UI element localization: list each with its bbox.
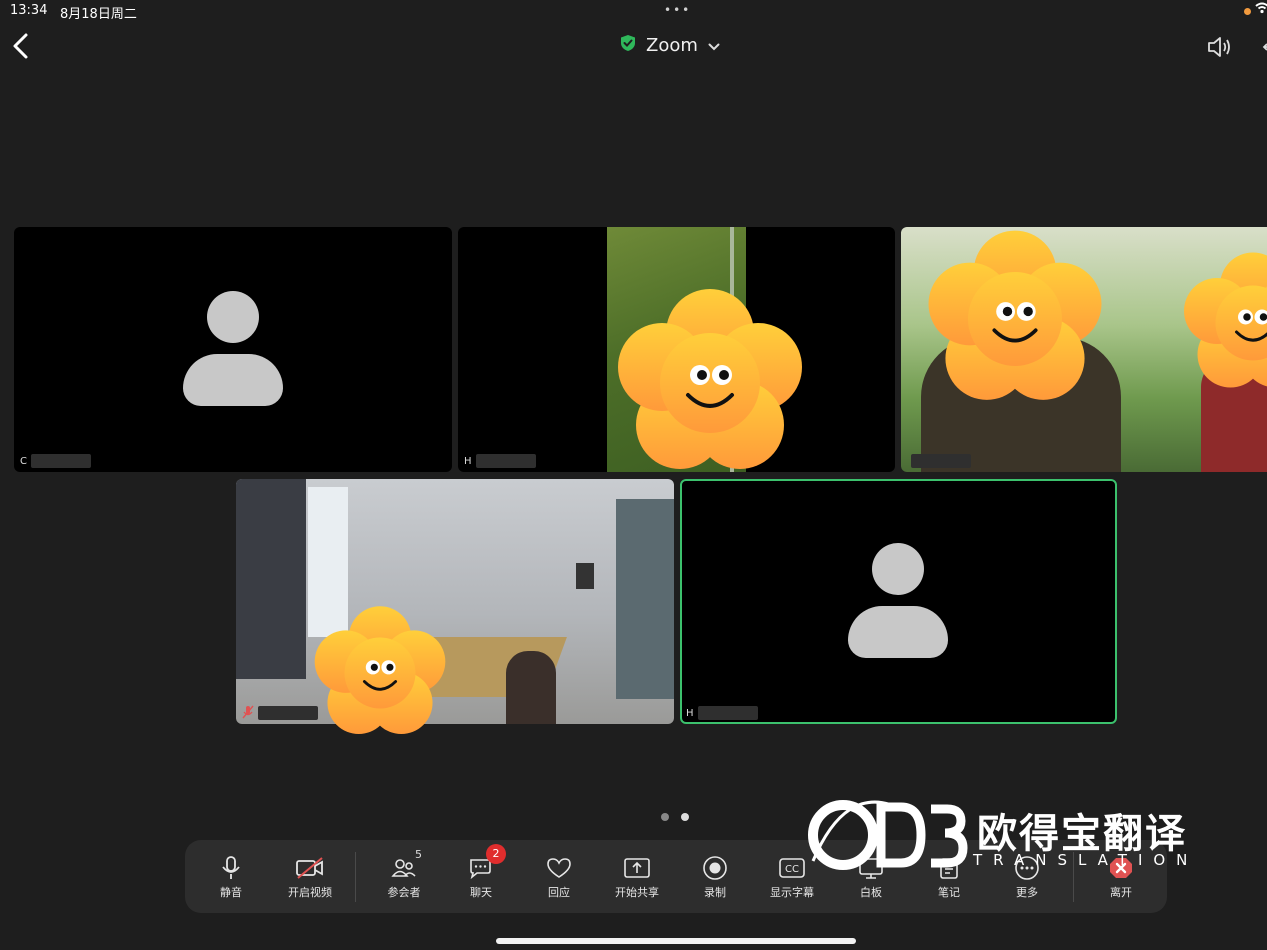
arrow-left-icon <box>1262 43 1267 51</box>
participant-initial: C <box>20 455 27 467</box>
privacy-indicator-icon <box>1244 8 1251 15</box>
chat-button[interactable]: 2 聊天 <box>461 840 506 913</box>
flower-sticker-icon <box>1184 252 1267 388</box>
mute-label: 静音 <box>220 885 242 899</box>
shield-check-icon <box>620 34 636 56</box>
speaker-button[interactable] <box>1205 34 1235 60</box>
start-video-label: 开启视频 <box>288 885 332 899</box>
microphone-icon <box>219 854 243 882</box>
flower-sticker-icon <box>314 606 446 735</box>
participant-name-tag <box>901 450 977 472</box>
participant-initial: H <box>686 707 694 719</box>
record-button[interactable]: 录制 <box>695 840 735 913</box>
captions-label: 显示字幕 <box>770 885 814 899</box>
chevron-down-icon <box>708 36 720 55</box>
start-video-button[interactable]: 开启视频 <box>281 840 339 913</box>
page-dot-current[interactable] <box>681 813 689 821</box>
page-indicator[interactable] <box>661 813 689 821</box>
odb-logo-icon <box>808 800 968 870</box>
status-bar: 13:34 8月18日周二 ••• <box>0 0 1267 24</box>
chevron-left-icon <box>13 33 28 59</box>
avatar-placeholder-icon <box>872 543 924 595</box>
curtain-shape <box>236 479 306 679</box>
heart-icon <box>545 854 573 882</box>
back-button[interactable] <box>8 30 34 62</box>
closed-captions-icon: CC <box>778 854 806 882</box>
participant-tile-1[interactable]: C <box>14 227 452 472</box>
chat-label: 聊天 <box>470 885 492 899</box>
participant-initial: H <box>464 455 472 467</box>
home-indicator[interactable] <box>496 938 856 944</box>
participant-name-tag: H <box>680 702 764 724</box>
blurred-name <box>911 454 971 468</box>
participant-name-tag: H <box>458 450 542 472</box>
whiteboard-label: 白板 <box>860 885 882 899</box>
participant-tile-4[interactable] <box>236 479 674 724</box>
blurred-name <box>30 454 91 468</box>
wall-panel <box>576 563 594 589</box>
status-time: 13:34 <box>10 3 48 18</box>
multitasking-dots[interactable]: ••• <box>664 3 691 17</box>
chat-bubble-icon: 2 <box>468 843 506 882</box>
share-screen-button[interactable]: 开始共享 <box>609 840 665 913</box>
person-silhouette <box>506 651 556 724</box>
svg-text:CC: CC <box>785 864 799 875</box>
participants-label: 参会者 <box>387 885 421 899</box>
share-screen-label: 开始共享 <box>615 885 659 899</box>
flower-sticker-icon <box>928 230 1102 400</box>
rotate-camera-button[interactable] <box>1256 34 1267 60</box>
door-shape <box>616 499 674 699</box>
participants-icon: 5 <box>391 848 422 882</box>
participant-tile-5-active[interactable]: H <box>680 479 1117 724</box>
participants-count: 5 <box>415 847 422 861</box>
watermark-logo: 欧得宝翻译 TRANSLATION <box>805 795 1205 875</box>
record-icon <box>702 854 728 882</box>
participants-button[interactable]: 5 参会者 <box>381 840 427 913</box>
leave-label: 离开 <box>1110 885 1132 899</box>
wifi-icon <box>1255 2 1267 18</box>
blurred-name <box>475 454 536 468</box>
notes-label: 笔记 <box>938 885 960 899</box>
chat-unread-badge: 2 <box>486 843 506 864</box>
toolbar-divider <box>355 852 356 902</box>
speaker-icon <box>1208 37 1230 57</box>
reactions-label: 回应 <box>548 885 570 899</box>
flower-sticker-icon <box>618 289 802 469</box>
more-label: 更多 <box>1016 885 1038 899</box>
mute-button[interactable]: 静音 <box>207 840 255 913</box>
blurred-name <box>697 706 758 720</box>
reactions-button[interactable]: 回应 <box>539 840 579 913</box>
record-label: 录制 <box>704 885 726 899</box>
status-date: 8月18日周二 <box>60 7 137 22</box>
mic-muted-icon <box>242 704 254 723</box>
avatar-body-shape <box>183 354 283 406</box>
video-off-icon <box>295 854 325 882</box>
avatar-body-shape <box>848 606 948 658</box>
avatar-placeholder-icon <box>207 291 259 343</box>
page-dot[interactable] <box>661 813 669 821</box>
watermark-brand-en: TRANSLATION <box>973 851 1199 869</box>
participant-name-tag: C <box>14 450 97 472</box>
meeting-header: Zoom <box>0 28 1267 68</box>
meeting-title: Zoom <box>646 34 698 56</box>
meeting-title-button[interactable]: Zoom <box>620 34 720 56</box>
share-screen-icon <box>623 854 651 882</box>
